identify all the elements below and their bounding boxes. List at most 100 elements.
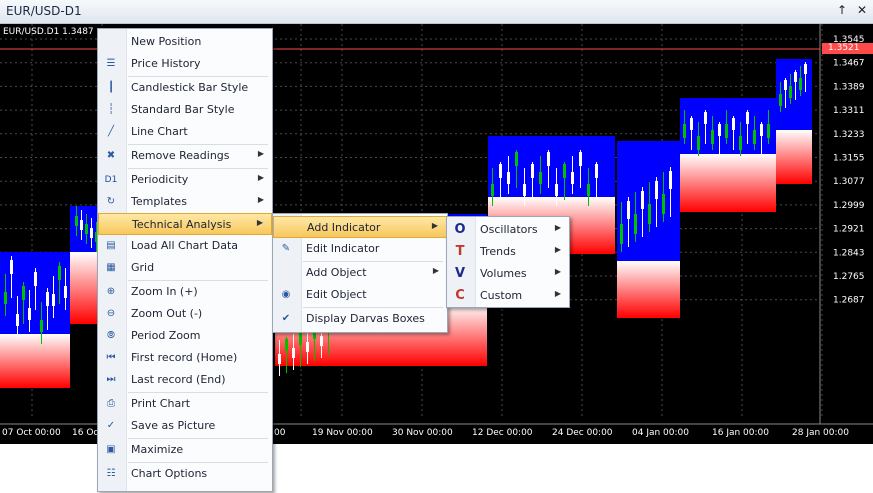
menu-item-label: Period Zoom [131,329,201,342]
menu-item-label: Templates [131,195,187,208]
menu-item-line-chart[interactable]: ╱ Line Chart [98,121,272,143]
oscillators-icon: O [454,222,466,237]
menu-item-add-indicator[interactable]: Add Indicator ▶ [273,216,447,238]
candle-body [725,124,728,138]
menu-item-technical-analysis[interactable]: Technical Analysis ▶ [98,213,272,235]
menu-item-display-darvas-boxes[interactable]: ✔ Display Darvas Boxes [273,308,447,330]
menu-item-standard-bar-style[interactable]: ┆ Standard Bar Style [98,99,272,121]
menu-item-maximize[interactable]: ▣ Maximize [98,439,272,461]
candle-body [539,172,542,184]
menu-item-volumes[interactable]: V Volumes ▶ [447,263,569,285]
menu-item-label: Line Chart [131,125,188,138]
menu-item-label: Remove Readings [131,149,230,162]
candle-body [285,339,288,351]
darvas-box-bottom [0,334,70,388]
menu-item-edit-object[interactable]: ◉ Edit Object [273,284,447,306]
save-picture-icon: ✓ [106,420,116,431]
candle-body [523,184,526,196]
price-axis-label: 1.3155 [833,154,865,164]
menu-item-period-zoom[interactable]: ⦾ Period Zoom [98,325,272,347]
menu-item-remove-readings[interactable]: ✖ Remove Readings ▶ [98,145,272,167]
candle-body [767,124,770,138]
time-label: 19 Nov 00:00 [312,428,373,438]
time-label: 16 Oc [72,428,98,438]
candle-body [571,172,574,184]
menu-item-label: Volumes [480,267,527,280]
candle-body [507,172,510,184]
time-label: 04 Jan 00:00 [632,428,689,438]
candle-body [22,286,25,300]
menu-item-load-all-chart-data[interactable]: ▤ Load All Chart Data [98,235,272,257]
menu-item-label: Technical Analysis [132,218,232,231]
candle-body [711,130,714,144]
menu-item-label: Print Chart [131,397,191,410]
menu-item-first-record-home[interactable]: ⏮ First record (Home) [98,347,272,369]
remove-readings-icon: ✖ [106,150,116,161]
close-icon[interactable]: ✕ [854,3,870,17]
candle-body [34,272,37,286]
menu-item-label: Trends [480,245,516,258]
candle-body [779,94,782,106]
candle-body [704,112,707,124]
menu-item-label: Price History [131,57,201,70]
add-indicator-submenu: O Oscillators ▶ T Trends ▶ V Volumes ▶ C Custom ▶ [446,216,570,308]
menu-item-zoom-in[interactable]: ⊕ Zoom In (+) [98,281,272,303]
time-label: :00 [271,428,286,438]
line-chart-icon: ╱ [107,126,115,137]
menu-item-add-object[interactable]: Add Object ▶ [273,262,447,284]
menu-item-trends[interactable]: T Trends ▶ [447,241,569,263]
menu-item-print-chart[interactable]: ⎙ Print Chart [98,393,272,415]
time-label: 12 Dec 00:00 [472,428,533,438]
menu-item-label: First record (Home) [131,351,238,364]
templates-icon: ↻ [106,196,116,207]
pin-icon[interactable]: ↑ [834,3,850,17]
menu-item-new-position[interactable]: New Position [98,31,272,53]
menu-item-label: Edit Indicator [306,242,380,255]
menu-item-candlestick-bar-style[interactable]: ┃ Candlestick Bar Style [98,77,272,99]
list-icon: ☰ [106,58,116,69]
menu-item-templates[interactable]: ↻ Templates ▶ [98,191,272,213]
menu-item-grid[interactable]: ▦ Grid [98,257,272,279]
window-title-bar: EUR/USD-D1 ↑ ✕ [0,0,873,24]
chart-context-menu: New Position ☰ Price History ┃ Candlestick B… [97,28,273,492]
menu-item-price-history[interactable]: ☰ Price History [98,53,272,75]
grid-icon: ▦ [106,262,116,273]
menu-item-periodicity[interactable]: D1 Periodicity ▶ [98,169,272,191]
menu-item-label: Chart Options [131,467,208,480]
candle-body [732,118,735,130]
print-icon: ⎙ [107,398,115,409]
menu-item-last-record-end[interactable]: ⏭ Last record (End) [98,369,272,391]
candle-body [784,80,787,90]
candle-body [620,224,623,244]
candle-body [804,64,807,74]
candle-body [648,204,651,224]
candle-body [655,181,658,199]
time-label: 07 Oct 00:00 [2,428,61,438]
candle-body [306,342,309,352]
menu-item-label: Standard Bar Style [131,103,235,116]
menu-item-label: Periodicity [131,173,189,186]
current-price-marker: 1.3521 [822,43,873,54]
menu-item-label: New Position [131,35,202,48]
menu-item-custom[interactable]: C Custom ▶ [447,285,569,307]
menu-item-chart-options[interactable]: ☷ Chart Options [98,463,272,485]
candle-body [587,184,590,196]
candle-body [58,266,61,280]
candle-body [499,164,502,178]
submenu-arrow-icon: ▶ [257,173,264,182]
price-axis-label: 1.2687 [833,296,865,306]
menu-item-label: Add Object [306,266,367,279]
menu-item-edit-indicator[interactable]: ✎ Edit Indicator [273,238,447,260]
candle-body [579,152,582,166]
zoom-out-icon: ⊖ [106,308,116,319]
candle-body [64,286,67,298]
candle-body [16,314,19,326]
menu-item-label: Last record (End) [131,373,226,386]
candle-body [794,72,797,82]
maximize-icon: ▣ [106,444,116,455]
darvas-box-bottom [617,261,680,318]
menu-item-save-as-picture[interactable]: ✓ Save as Picture [98,415,272,437]
menu-item-zoom-out[interactable]: ⊖ Zoom Out (-) [98,303,272,325]
menu-item-oscillators[interactable]: O Oscillators ▶ [447,219,569,241]
price-axis-label: 1.2921 [833,225,865,235]
